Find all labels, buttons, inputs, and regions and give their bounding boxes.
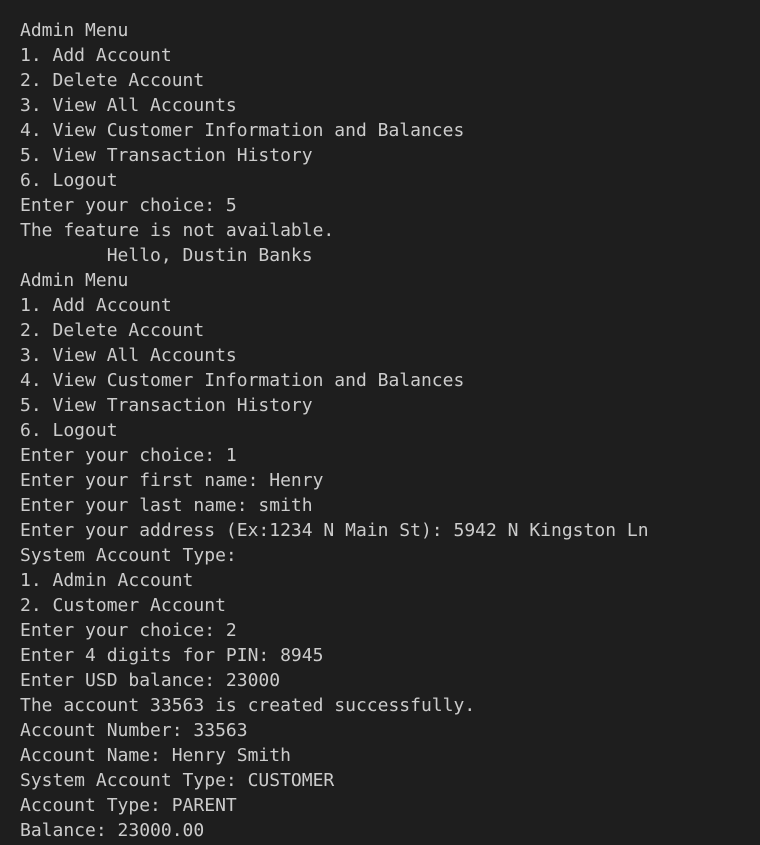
terminal-line: 5. View Transaction History [20, 395, 313, 416]
terminal-line: 2. Customer Account [20, 595, 226, 616]
terminal-line: System Account Type: [20, 545, 237, 566]
terminal-line: Enter your choice: 2 [20, 620, 237, 641]
terminal-line: 5. View Transaction History [20, 145, 313, 166]
terminal-line: 6. Logout [20, 420, 118, 441]
terminal-line: Enter your choice: 1 [20, 445, 237, 466]
terminal-line: Enter your choice: 5 [20, 195, 237, 216]
terminal-line: Balance: 23000.00 [20, 820, 205, 841]
terminal-line: Account Number: 33563 [20, 720, 248, 741]
terminal-line: 6. Logout [20, 170, 118, 191]
terminal-line: 3. View All Accounts [20, 95, 237, 116]
terminal-line: The account 33563 is created successfull… [20, 695, 476, 716]
terminal-line: Enter your first name: Henry [20, 470, 324, 491]
terminal-line: 1. Add Account [20, 45, 172, 66]
terminal-line: 4. View Customer Information and Balance… [20, 120, 465, 141]
terminal-line: Enter USD balance: 23000 [20, 670, 281, 691]
terminal-line: The feature is not available. [20, 220, 335, 241]
terminal-line: System Account Type: CUSTOMER [20, 770, 335, 791]
terminal-line: Enter your address (Ex:1234 N Main St): … [20, 520, 649, 541]
terminal-line: 3. View All Accounts [20, 345, 237, 366]
terminal-line: Account Name: Henry Smith [20, 745, 291, 766]
terminal-line: Enter 4 digits for PIN: 8945 [20, 645, 324, 666]
terminal-line: Enter your last name: smith [20, 495, 313, 516]
terminal-line: 4. View Customer Information and Balance… [20, 370, 465, 391]
terminal-line: 1. Add Account [20, 295, 172, 316]
terminal-line: Admin Menu [20, 20, 129, 41]
terminal-output[interactable]: Admin Menu 1. Add Account 2. Delete Acco… [20, 18, 750, 845]
terminal-line: 1. Admin Account [20, 570, 194, 591]
terminal-line: Admin Menu [20, 270, 129, 291]
terminal-line: 2. Delete Account [20, 320, 205, 341]
terminal-line: Account Type: PARENT [20, 795, 237, 816]
terminal-line: 2. Delete Account [20, 70, 205, 91]
terminal-line: Hello, Dustin Banks [20, 245, 313, 266]
